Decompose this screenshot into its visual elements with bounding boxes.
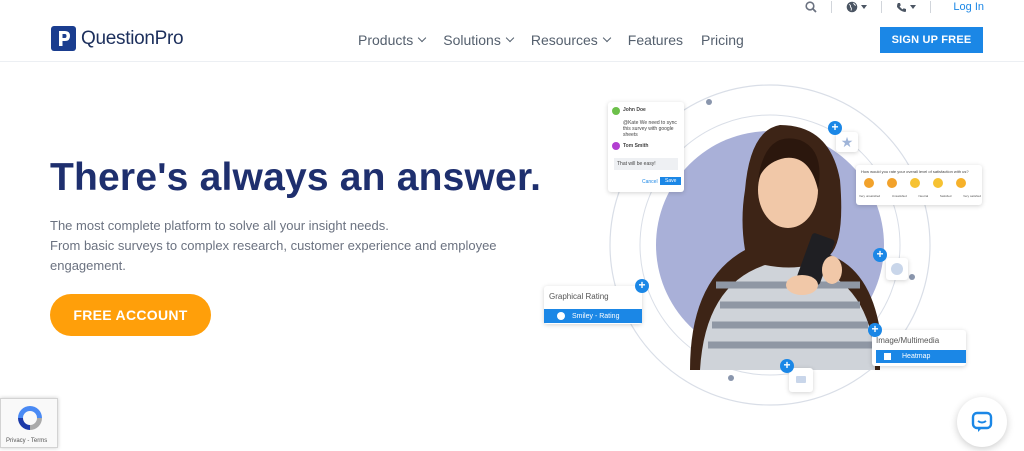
recaptcha-links[interactable]: Privacy - Terms <box>6 438 47 444</box>
chat-user1: John Doe <box>623 107 646 113</box>
face-icon <box>891 263 903 275</box>
chat-card: John Doe @Kate We need to sync this surv… <box>608 102 684 192</box>
satisfied-face-icon <box>933 178 943 188</box>
page: Log In QuestionPro Products Solutions Re… <box>0 0 1024 451</box>
star-card: ★ <box>836 132 858 152</box>
rating-labels: Very unsatisfied Unsatisfied Neutral Sat… <box>859 194 981 198</box>
globe-icon <box>847 1 858 13</box>
unsatisfied-face-icon <box>887 178 897 188</box>
nav-solutions[interactable]: Solutions <box>443 32 515 48</box>
nav-label: Resources <box>530 32 598 48</box>
add-icon: + <box>868 323 882 337</box>
rating-question: How would you rate your overall level of… <box>861 169 969 174</box>
logo-mark-icon <box>51 26 76 51</box>
orbit-dot <box>909 274 915 280</box>
nav-label: Pricing <box>701 32 744 48</box>
recaptcha-icon <box>18 406 42 430</box>
chevron-down-icon <box>861 5 868 9</box>
chevron-down-icon <box>602 33 612 43</box>
hero-illustration: John Doe @Kate We need to sync this surv… <box>540 70 1000 410</box>
heatmap-button: Heatmap <box>876 350 966 363</box>
nav-features[interactable]: Features <box>628 32 683 48</box>
nav-products[interactable]: Products <box>358 32 427 48</box>
rating-label: Neutral <box>918 194 929 198</box>
image-multimedia-title: Image/Multimedia <box>876 336 940 345</box>
chevron-down-icon <box>505 33 515 43</box>
hero-subtext-line1: The most complete platform to solve all … <box>50 218 389 233</box>
free-account-button[interactable]: FREE ACCOUNT <box>50 294 211 336</box>
chat-user2-message: That will be easy! <box>614 158 678 170</box>
chat-save-button: Save <box>660 177 682 185</box>
smiley-icon <box>557 312 565 320</box>
add-icon: + <box>873 248 887 262</box>
chevron-down-icon <box>910 5 917 9</box>
rating-label: Satisfied <box>939 194 952 198</box>
heatmap-icon <box>884 353 891 360</box>
orbit-dot <box>706 99 712 105</box>
nav-label: Products <box>358 32 414 48</box>
neutral-face-icon <box>910 178 920 188</box>
hero-headline: There's always an answer. <box>50 156 542 199</box>
main-header: QuestionPro Products Solutions Resources… <box>0 22 1024 62</box>
avatar <box>612 107 620 115</box>
nav-label: Features <box>627 32 684 48</box>
language-selector[interactable] <box>832 0 881 14</box>
sign-up-button[interactable]: SIGN UP FREE <box>880 27 983 53</box>
smiley-rating-button: Smiley - Rating <box>544 309 642 323</box>
add-icon: + <box>635 279 649 293</box>
comment-card <box>789 368 813 392</box>
search-icon[interactable] <box>791 0 831 14</box>
avatar <box>612 142 620 150</box>
orbit-dot <box>728 375 734 381</box>
add-icon: + <box>828 121 842 135</box>
emoji-card <box>886 258 908 280</box>
chat-cancel-button: Cancel <box>642 179 658 185</box>
heatmap-label: Heatmap <box>902 353 931 360</box>
very-satisfied-face-icon <box>956 178 966 188</box>
chat-user2: Tom Smith <box>623 143 649 149</box>
hero-subtext-line2: From basic surveys to complex research, … <box>50 238 497 273</box>
chat-bubble-icon <box>971 411 993 432</box>
graphical-rating-card: Graphical Rating Smiley - Rating <box>544 286 642 324</box>
nav-resources[interactable]: Resources <box>530 32 612 48</box>
login-link[interactable]: Log In <box>931 1 984 13</box>
graphical-rating-title: Graphical Rating <box>549 292 609 301</box>
recaptcha-badge[interactable]: Privacy - Terms <box>0 398 58 448</box>
phone-icon <box>897 2 907 12</box>
chevron-down-icon <box>418 33 427 43</box>
chat-widget-button[interactable] <box>957 397 1007 447</box>
main-nav: Products Solutions Resources Features Pr… <box>358 32 762 48</box>
brand-name: QuestionPro <box>81 27 184 49</box>
very-unsatisfied-face-icon <box>864 178 874 188</box>
rating-label: Very satisfied <box>963 194 981 198</box>
comment-icon <box>796 376 806 383</box>
rating-label: Very unsatisfied <box>859 194 881 198</box>
phone-selector[interactable] <box>882 0 930 14</box>
hero-subtext: The most complete platform to solve all … <box>50 216 520 276</box>
rating-label: Unsatisfied <box>891 194 907 198</box>
utility-bar: Log In <box>791 0 984 14</box>
logo[interactable]: QuestionPro <box>51 26 184 51</box>
emoji-scale <box>864 178 966 188</box>
smiley-rating-label: Smiley - Rating <box>572 312 620 320</box>
nav-pricing[interactable]: Pricing <box>701 32 744 48</box>
add-icon: + <box>780 359 794 373</box>
chat-user1-message: @Kate We need to sync this survey with g… <box>623 120 677 138</box>
image-multimedia-card: Image/Multimedia Heatmap <box>872 330 966 366</box>
nav-label: Solutions <box>443 32 501 48</box>
satisfaction-rating-card: How would you rate your overall level of… <box>856 165 982 205</box>
